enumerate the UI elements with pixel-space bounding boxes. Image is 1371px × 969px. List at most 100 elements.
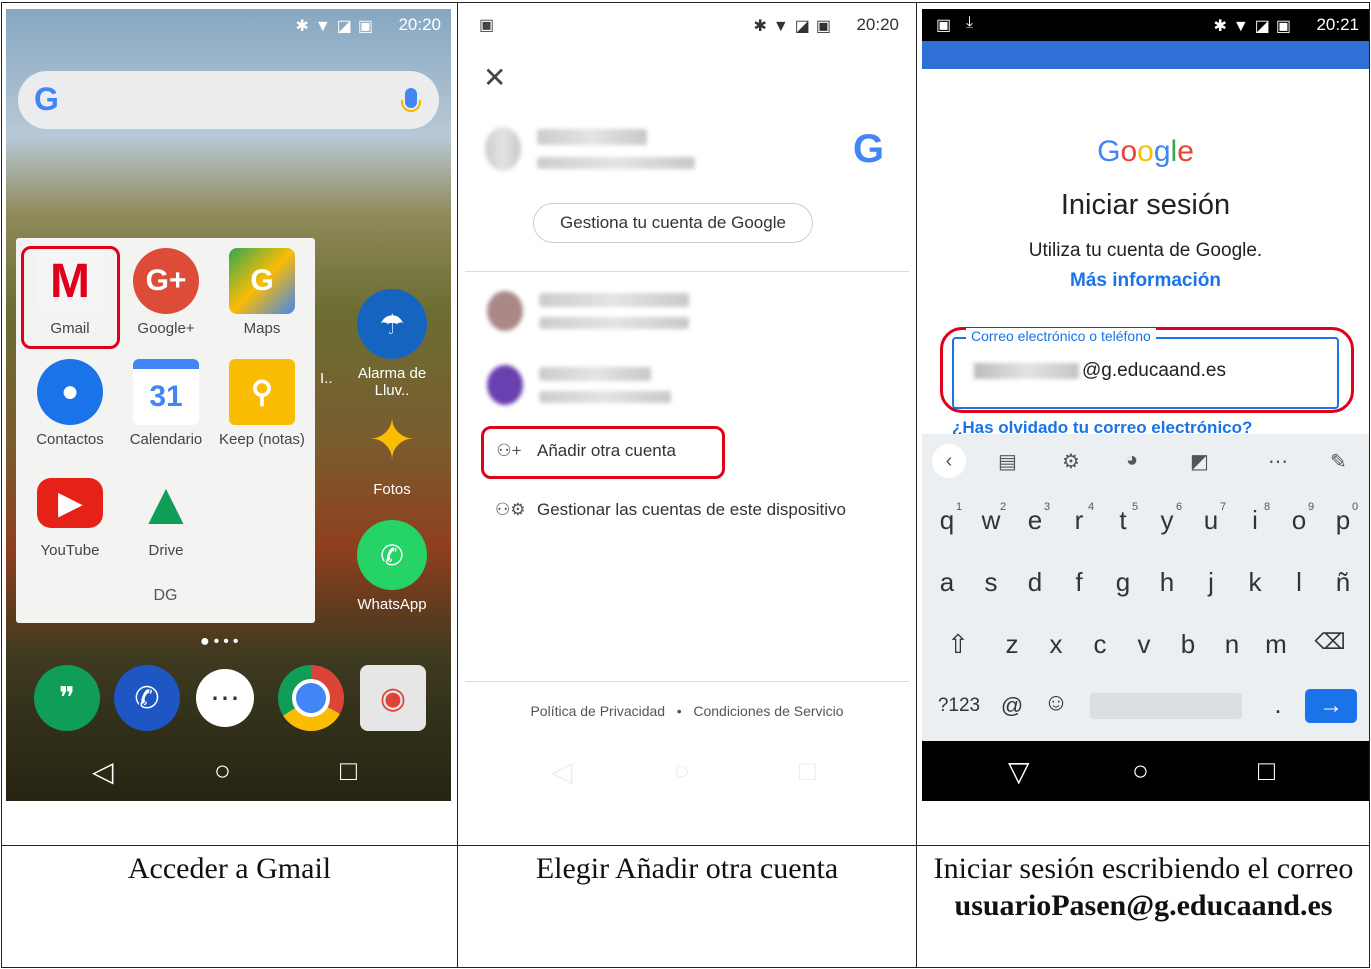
key-i[interactable]: i (1233, 505, 1277, 536)
privacy-link[interactable]: Política de Privacidad (530, 703, 665, 719)
key-m[interactable]: m (1254, 629, 1298, 660)
space-key[interactable] (1090, 693, 1242, 719)
app-whatsapp[interactable]: ✆ WhatsApp (344, 520, 440, 613)
status-bar: ▣ ✱▼◪▣ 20:20 (465, 9, 909, 41)
sign-in-screen: ▣ ⤓ ✱▼◪▣ 20:21 Google Iniciar sesión Uti… (922, 9, 1369, 801)
period-key[interactable]: . (1256, 689, 1300, 720)
key-c[interactable]: c (1078, 629, 1122, 660)
key-b[interactable]: b (1166, 629, 1210, 660)
image-icon: ▣ (936, 17, 952, 34)
home-icon[interactable]: ○ (1132, 755, 1149, 787)
backspace-key[interactable]: ⌫ (1308, 629, 1352, 655)
app-keep[interactable]: ⚲ Keep (notas) (214, 359, 310, 448)
app-google-plus[interactable]: G+ Google+ (118, 248, 214, 337)
key-v[interactable]: v (1122, 629, 1166, 660)
key-k[interactable]: k (1233, 567, 1277, 598)
key-hint: 1 (956, 501, 963, 513)
app-fotos[interactable]: ✦ Fotos (344, 405, 440, 498)
app-label: Contactos (36, 431, 104, 448)
more-icon[interactable]: ⋯ (1268, 449, 1288, 474)
folder-name: DG (153, 587, 178, 604)
key-s[interactable]: s (969, 567, 1013, 598)
home-icon[interactable]: ○ (673, 755, 690, 787)
manage-device-accounts-row[interactable]: ⚇⚙ Gestionar las cuentas de este disposit… (495, 500, 846, 520)
key-o[interactable]: o (1277, 505, 1321, 536)
hangouts-icon[interactable]: ❞ (34, 665, 100, 731)
phone-icon[interactable]: ✆ (114, 665, 180, 731)
palette-icon[interactable]: ◕ (1126, 449, 1138, 472)
key-t[interactable]: t (1101, 505, 1145, 536)
app-maps[interactable]: G Maps (214, 248, 310, 337)
add-account-label: Añadir otra cuenta (537, 441, 676, 460)
app-drive[interactable]: ▲ Drive (118, 469, 214, 560)
photos-icon: ✦ (368, 408, 416, 471)
key-j[interactable]: j (1189, 567, 1233, 598)
home-icon[interactable]: ○ (214, 755, 231, 787)
app-alarma-lluvia[interactable]: ☂ Alarma de Lluv.. (344, 289, 440, 399)
recents-icon[interactable]: □ (799, 755, 816, 787)
app-youtube[interactable]: ▶ YouTube (22, 470, 118, 559)
app-contactos[interactable]: ● Contactos (22, 359, 118, 448)
shift-key[interactable]: ⇧ (936, 629, 980, 660)
key-z[interactable]: z (990, 629, 1034, 660)
email-field[interactable]: Correo electrónico o teléfono @g.educaan… (952, 328, 1339, 409)
app-drawer-icon[interactable]: ⋯ (196, 669, 254, 727)
page-indicator: ●••• (200, 633, 243, 650)
key-d[interactable]: d (1013, 567, 1057, 598)
maps-icon: G (229, 248, 295, 314)
blurred-name (537, 129, 647, 145)
back-icon[interactable]: ▽ (1008, 755, 1030, 788)
terms-link[interactable]: Condiciones de Servicio (693, 703, 843, 719)
key-f[interactable]: f (1057, 567, 1101, 598)
key-h[interactable]: h (1145, 567, 1189, 598)
add-account-row[interactable]: ⚇+ Añadir otra cuenta (495, 441, 676, 461)
camera-icon[interactable]: ◉ (360, 665, 426, 731)
close-icon[interactable]: ✕ (483, 61, 506, 94)
recents-icon[interactable]: □ (340, 755, 357, 787)
more-info-link[interactable]: Más información (922, 270, 1369, 292)
manage-device-label: Gestionar las cuentas de este dispositiv… (537, 500, 847, 519)
blurred-name (539, 293, 689, 307)
clipboard-icon[interactable]: ▤ (998, 449, 1017, 474)
key-hint: 3 (1044, 501, 1051, 513)
key-g[interactable]: g (1101, 567, 1145, 598)
app-label: Drive (148, 542, 184, 559)
symbols-key[interactable]: ?123 (934, 695, 984, 717)
key-e[interactable]: e (1013, 505, 1057, 536)
key-ñ[interactable]: ñ (1321, 567, 1365, 598)
nav-bar: ◁ ○ □ (6, 741, 451, 801)
key-l[interactable]: l (1277, 567, 1321, 598)
column-divider (457, 2, 458, 968)
key-p[interactable]: p (1321, 505, 1365, 536)
status-bar: ✱▼◪▣ 20:20 (6, 9, 451, 41)
mic-off-icon[interactable]: ✎ (1330, 449, 1347, 474)
back-icon[interactable]: ◁ (551, 755, 573, 788)
app-calendario[interactable]: 31 Calendario (118, 359, 214, 448)
screenshot-icon[interactable]: ◩ (1190, 449, 1209, 474)
enter-key[interactable]: → (1305, 689, 1357, 723)
gear-icon[interactable]: ⚙ (1062, 449, 1080, 474)
key-r[interactable]: r (1057, 505, 1101, 536)
at-key[interactable]: @ (990, 693, 1034, 719)
emoji-key[interactable]: ☺ (1034, 689, 1078, 717)
recents-icon[interactable]: □ (1258, 755, 1275, 787)
key-x[interactable]: x (1034, 629, 1078, 660)
chevron-left-icon[interactable]: ‹ (932, 444, 966, 478)
key-u[interactable]: u (1189, 505, 1233, 536)
key-q[interactable]: q (925, 505, 969, 536)
blurred-username (974, 362, 1079, 379)
key-hint: 2 (1000, 501, 1007, 513)
key-a[interactable]: a (925, 567, 969, 598)
key-n[interactable]: n (1210, 629, 1254, 660)
key-y[interactable]: y (1145, 505, 1189, 536)
app-label: Google+ (137, 320, 195, 337)
key-w[interactable]: w (969, 505, 1013, 536)
row-divider (1, 845, 1370, 846)
mic-icon[interactable] (401, 88, 421, 112)
nav-bar: ◁ ○ □ (465, 741, 909, 801)
back-icon[interactable]: ◁ (92, 755, 114, 788)
manage-google-account-button[interactable]: Gestiona tu cuenta de Google (533, 203, 813, 243)
google-search-bar[interactable]: G (18, 71, 439, 129)
drive-icon: ▲ (136, 469, 196, 537)
chrome-icon[interactable] (278, 665, 344, 731)
